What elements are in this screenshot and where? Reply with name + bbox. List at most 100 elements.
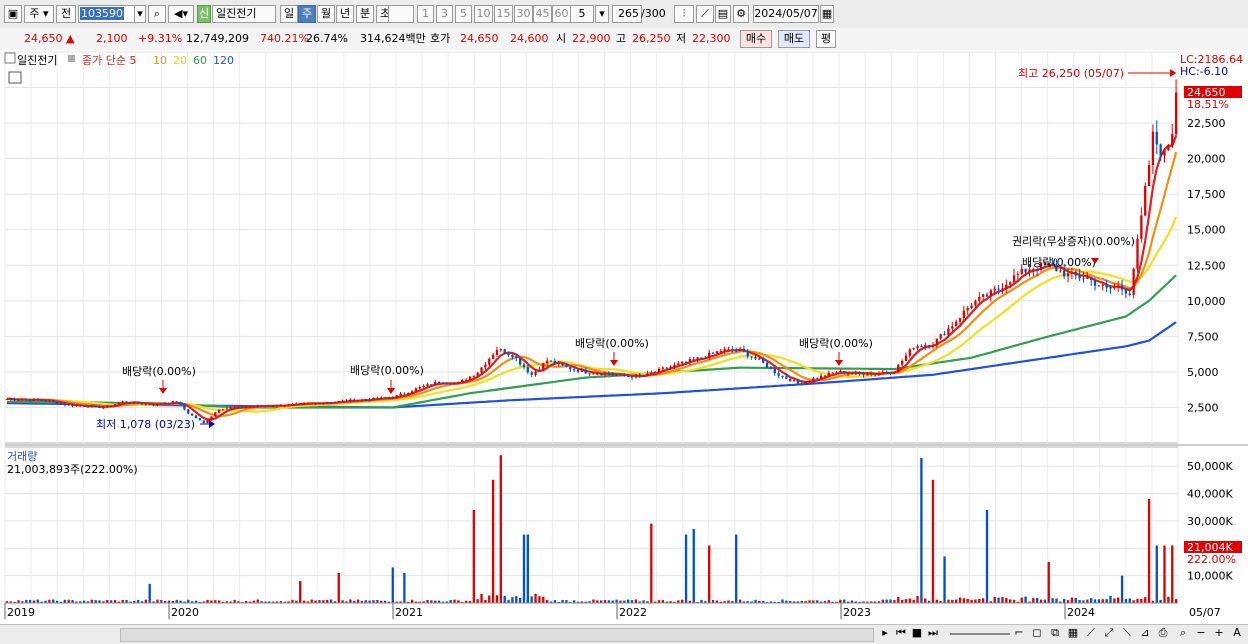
eval-button[interactable]: 평: [816, 30, 836, 48]
candle-body: [441, 382, 445, 384]
search-icon[interactable]: ⌕: [148, 5, 166, 23]
volume-bar: [1047, 561, 1050, 603]
volume-bar: [985, 509, 989, 603]
interval-button-45[interactable]: 45: [533, 5, 552, 23]
candle-body: [634, 374, 638, 378]
volume-value: 12,749,209: [186, 32, 249, 45]
low-price: 22,300: [692, 32, 731, 45]
candle-icon[interactable]: ⫶: [674, 5, 694, 23]
candle-body: [1109, 287, 1112, 289]
candle-body: [762, 358, 765, 363]
interval-button-10[interactable]: 10: [474, 5, 493, 23]
chart-scrollbar[interactable]: [120, 628, 874, 642]
scroll-right-icon[interactable]: ▸: [878, 625, 892, 641]
buy-button[interactable]: 매수: [740, 30, 772, 48]
market-select[interactable]: 전: [56, 5, 76, 23]
candle-body: [885, 372, 888, 374]
rewind-icon[interactable]: ⏮: [894, 625, 908, 641]
candle-body: [445, 383, 448, 385]
candle-body: [835, 372, 838, 374]
candle-body: [1024, 268, 1027, 273]
x-tick-label: 2019: [7, 606, 35, 619]
interval-button-30[interactable]: 30: [514, 5, 533, 23]
fib-tool-icon[interactable]: ⟍: [1120, 625, 1134, 641]
interval-button-5[interactable]: 5: [455, 5, 472, 23]
gear-icon[interactable]: ⚙: [733, 5, 749, 23]
candle-body: [596, 373, 599, 375]
interval-button-15[interactable]: 15: [494, 5, 513, 23]
zoom-in-icon[interactable]: +: [1212, 625, 1226, 641]
period-tab-2[interactable]: 월: [317, 5, 335, 23]
table-view-icon[interactable]: [8, 71, 22, 84]
price-volume-chart[interactable]: 2,500 5,000 7,500 10,000 12,500 15,000 17,500 2…: [0, 50, 1248, 625]
candle-body: [387, 397, 391, 399]
period-tab-3[interactable]: 년: [336, 5, 354, 23]
save-icon[interactable]: ▤: [715, 5, 731, 23]
print-icon[interactable]: ⎙: [1156, 625, 1170, 641]
period-tab-0[interactable]: 일: [280, 5, 298, 23]
candle-body: [684, 361, 688, 363]
sell-button[interactable]: 매도: [778, 30, 810, 48]
volume-bar: [1097, 599, 1101, 603]
trend-tool-icon[interactable]: ⤢: [1102, 625, 1116, 641]
speaker-icon[interactable]: ◀▾: [168, 5, 194, 23]
volume-bar: [518, 598, 522, 603]
crosshair-icon[interactable]: ⌐: [1012, 625, 1026, 641]
grid-icon[interactable]: ▦: [1066, 625, 1080, 641]
legend-toggle-icon[interactable]: [4, 52, 16, 64]
interval-button-1[interactable]: 1: [417, 5, 434, 23]
stock-name-field[interactable]: 일진전기: [212, 5, 276, 23]
layout-icon[interactable]: ▣: [4, 5, 22, 23]
period-tab-1[interactable]: 주: [298, 5, 316, 23]
candle-body: [163, 403, 167, 405]
candle-body: [391, 397, 394, 399]
stock-code-value: 103590: [80, 7, 124, 20]
candle-body: [1151, 131, 1155, 166]
calendar-icon[interactable]: ▦: [820, 5, 834, 23]
candle-body: [792, 380, 796, 382]
volume-bar: [36, 599, 39, 603]
interval-button-3[interactable]: 3: [436, 5, 453, 23]
forward-icon[interactable]: ⏭: [926, 625, 940, 641]
candle-body: [430, 384, 433, 386]
interval-button-60[interactable]: 60: [552, 5, 571, 23]
open-price: 22,900: [572, 32, 611, 45]
candle-body: [1086, 277, 1089, 279]
volume-bar: [52, 599, 55, 603]
volume-bar: [526, 534, 529, 603]
chart-area[interactable]: 2,500 5,000 7,500 10,000 12,500 15,000 17,500 2…: [0, 50, 1248, 625]
candle-body: [1144, 185, 1147, 216]
stop-icon[interactable]: ■: [910, 625, 924, 641]
candle-body: [1016, 274, 1020, 276]
candle-body: [769, 367, 773, 369]
interval-value[interactable]: 5: [570, 5, 594, 23]
candle-body: [677, 363, 680, 365]
interval-dropdown-icon[interactable]: ▾: [595, 5, 609, 23]
volume-bar: [1070, 597, 1074, 603]
candle-body: [738, 348, 742, 351]
code-dropdown-icon[interactable]: ▾: [134, 5, 146, 23]
count-input[interactable]: 265: [612, 5, 642, 23]
candle-body: [553, 360, 557, 365]
zoom-slider[interactable]: [950, 633, 1010, 635]
candle-body: [21, 399, 24, 401]
candle-body: [904, 355, 908, 361]
candle-body: [90, 405, 93, 408]
copy-icon[interactable]: ⧉: [1048, 625, 1062, 641]
date-input[interactable]: 2024/05/07: [753, 5, 819, 23]
text-tool-icon[interactable]: A: [1230, 625, 1244, 641]
period-tab-4[interactable]: 분: [356, 5, 374, 23]
zoom-out-icon[interactable]: −: [1194, 625, 1208, 641]
price-tick-label: 17,500: [1187, 188, 1226, 201]
tick-tab-spacer: [388, 5, 414, 23]
volume-panel: [4, 446, 1179, 604]
window-icon[interactable]: ◻: [1030, 625, 1044, 641]
volume-bar: [356, 599, 360, 603]
zoom-icon[interactable]: ⌕: [1176, 625, 1190, 641]
draw-tool-icon[interactable]: ⟋: [696, 5, 714, 23]
ruler-icon[interactable]: ⊿: [1138, 625, 1152, 641]
line-tool-icon[interactable]: ⟋: [1084, 625, 1098, 641]
candle-body: [468, 376, 472, 380]
period-select[interactable]: 주 ▾: [24, 5, 54, 23]
volume-bar: [1005, 598, 1008, 603]
